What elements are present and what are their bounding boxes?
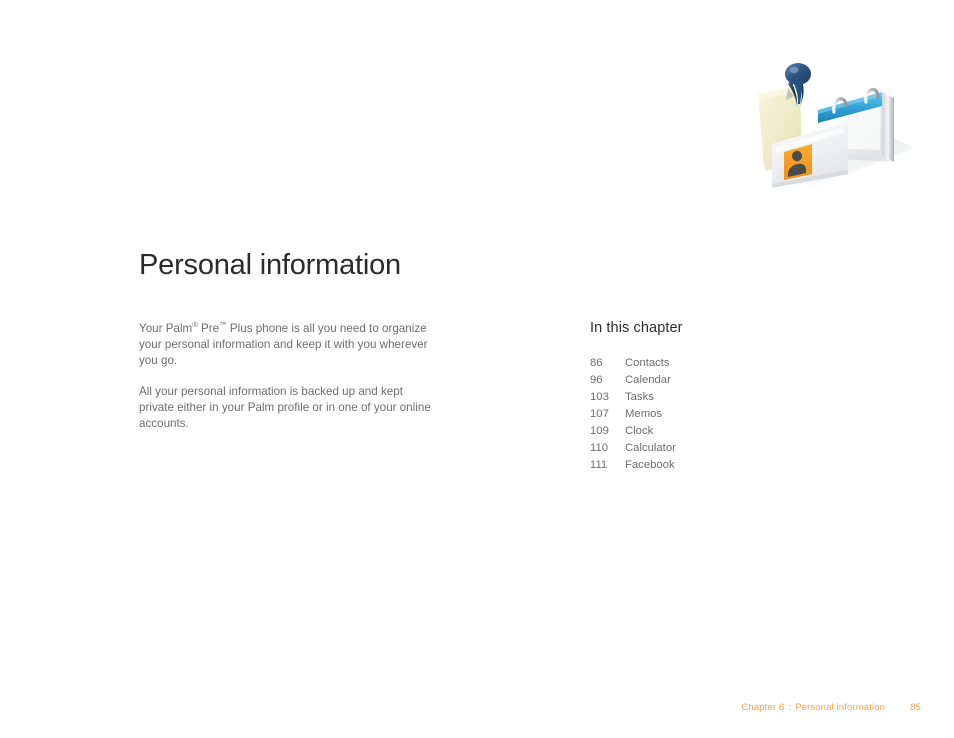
intro-paragraph-2: All your personal information is backed … [139,385,431,430]
chapter-contents-item[interactable]: 107 Memos [590,406,820,423]
chapter-contents-item[interactable]: 86 Contacts [590,355,820,372]
intro-paragraph-1: Your Palm® Pre™ Plus phone is all you ne… [139,321,431,368]
intro-paragraph-1-part2: Pre [197,322,220,335]
chapter-contents-item[interactable]: 110 Calculator [590,440,820,457]
chapter-contents-item[interactable]: 96 Calendar [590,372,820,389]
personal-information-illustration [742,40,922,200]
trademark-mark: ™ [219,320,227,330]
chapter-contents-column: In this chapter 86 Contacts 96 Calendar 103 T… [590,320,820,474]
footer-chapter-title: Personal information [795,702,886,713]
chapter-contents-item-label: Contacts [625,357,670,369]
chapter-contents-item-page: 103 [590,391,609,403]
page-title: Personal information [139,249,401,281]
chapter-contents-item-label: Calendar [625,374,671,386]
intro-paragraph-1-part1: Your Palm [139,322,193,335]
chapter-contents-item-page: 110 [590,442,609,454]
chapter-contents-item-page: 107 [590,408,609,420]
chapter-contents-item-label: Memos [625,408,663,420]
chapter-contents-list: 86 Contacts 96 Calendar 103 Tasks 107 Memos 109 C… [590,355,820,474]
chapter-contents-item-page: 109 [590,425,609,437]
chapter-contents-item[interactable]: 109 Clock [590,423,820,440]
page-footer: Chapter 6 : Personal information 85 [741,702,921,713]
chapter-contents-item[interactable]: 111 Facebook [590,457,820,474]
footer-separator: : [788,702,792,713]
footer-page-number: 85 [910,702,921,713]
chapter-contents-item-page: 96 [590,374,603,386]
intro-column: Your Palm® Pre™ Plus phone is all you ne… [139,321,431,432]
chapter-contents-item-label: Calculator [625,442,676,454]
chapter-contents-heading: In this chapter [590,320,683,336]
chapter-contents-item[interactable]: 103 Tasks [590,389,820,406]
chapter-contents-item-label: Tasks [625,391,654,403]
chapter-contents-item-label: Clock [625,425,654,437]
chapter-contents-item-label: Facebook [625,459,675,471]
footer-chapter-label: Chapter 6 [741,702,785,713]
chapter-contents-item-page: 86 [590,357,603,369]
chapter-contents-item-page: 111 [590,459,608,471]
